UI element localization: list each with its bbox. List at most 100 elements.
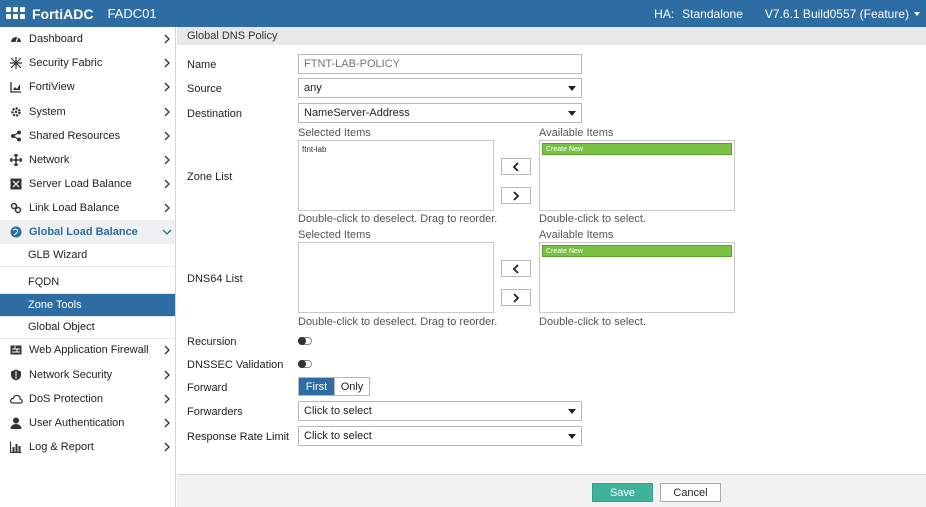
list-item-create-new[interactable]: Create New <box>542 245 732 257</box>
zone-available-list[interactable]: Create New <box>539 140 735 211</box>
dns64-select-button[interactable] <box>501 289 531 306</box>
sidebar-item-shared-resources[interactable]: Shared Resources <box>0 124 175 148</box>
chevron-left-icon <box>512 161 519 172</box>
sidebar-item-dashboard[interactable]: Dashboard <box>0 27 175 51</box>
ha-status: Standalone <box>682 6 743 21</box>
dns64-available-caption: Available Items <box>539 229 614 241</box>
chevron-right-icon <box>164 179 170 189</box>
response-rate-limit-select-value: Click to select <box>304 430 372 442</box>
gear-icon <box>9 105 23 119</box>
caret-down-icon <box>568 86 576 91</box>
chevron-right-icon <box>164 418 170 428</box>
dns64-selected-list[interactable] <box>298 242 494 313</box>
sidebar-item-network-security[interactable]: Network Security <box>0 363 175 387</box>
sidebar-item-security-fabric[interactable]: Security Fabric <box>0 51 175 75</box>
zone-available-hint: Double-click to select. <box>539 213 646 225</box>
chevron-right-icon <box>164 394 170 404</box>
dnssec-validation-label: DNSSEC Validation <box>187 359 284 371</box>
brand-name: FortiADC <box>32 5 94 22</box>
response-rate-limit-label: Response Rate Limit <box>187 431 290 443</box>
sidebar-item-global-load-balance[interactable]: Global Load Balance <box>0 220 175 244</box>
dns64-deselect-button[interactable] <box>501 260 531 277</box>
list-item[interactable]: ftnt-lab <box>299 141 493 158</box>
zone-selected-list[interactable]: ftnt-lab <box>298 140 494 211</box>
dashboard-icon <box>9 32 23 46</box>
chevron-right-icon <box>164 34 170 44</box>
sidebar-subitem-global-object[interactable]: Global Object <box>0 316 175 339</box>
dns64-list-label: DNS64 List <box>187 273 243 285</box>
cancel-button[interactable]: Cancel <box>660 483 721 502</box>
share-icon <box>9 129 23 143</box>
chevron-right-icon <box>164 345 170 355</box>
form-footer: Save Cancel <box>177 474 926 507</box>
chevron-right-icon <box>513 190 520 201</box>
forwarders-select-value: Click to select <box>304 405 372 417</box>
caret-down-icon <box>568 409 576 414</box>
forward-option-only[interactable]: Only <box>334 378 369 395</box>
sidebar-subitem-glb-wizard[interactable]: GLB Wizard <box>0 244 175 267</box>
dns64-available-hint: Double-click to select. <box>539 316 646 328</box>
zone-deselect-button[interactable] <box>501 158 531 175</box>
save-button[interactable]: Save <box>592 483 653 502</box>
name-input[interactable] <box>298 54 582 74</box>
dnssec-validation-toggle[interactable] <box>298 360 312 368</box>
response-rate-limit-select[interactable]: Click to select <box>298 426 582 446</box>
chevron-right-icon <box>164 58 170 68</box>
zone-available-caption: Available Items <box>539 127 614 139</box>
sidebar-item-network[interactable]: Network <box>0 148 175 172</box>
fortinet-logo-icon <box>6 6 26 21</box>
fabric-icon <box>9 56 23 70</box>
chevron-right-icon <box>164 131 170 141</box>
chevron-left-icon <box>512 263 519 274</box>
forwarders-label: Forwarders <box>187 406 243 418</box>
sidebar-item-server-load-balance[interactable]: Server Load Balance <box>0 172 175 196</box>
zone-selected-caption: Selected Items <box>298 127 371 139</box>
ha-label: HA: <box>654 6 675 21</box>
source-select-value: any <box>304 82 322 94</box>
forward-label: Forward <box>187 382 228 394</box>
sidebar-item-web-application-firewall[interactable]: Web Application Firewall <box>0 338 175 362</box>
cloud-icon <box>9 392 23 406</box>
sidebar-item-system[interactable]: System <box>0 100 175 124</box>
destination-select[interactable]: NameServer-Address <box>298 103 582 123</box>
caret-down-icon <box>568 434 576 439</box>
chart-icon <box>9 80 23 94</box>
caret-down-icon[interactable] <box>914 11 920 16</box>
chevron-right-icon <box>164 203 170 213</box>
zone-select-button[interactable] <box>501 187 531 204</box>
recursion-label: Recursion <box>187 336 237 348</box>
server-icon <box>9 177 23 191</box>
user-icon <box>9 416 23 430</box>
top-bar: FortiADC FADC01 HA: Standalone V7.6.1 Bu… <box>0 0 926 27</box>
destination-label: Destination <box>187 108 243 120</box>
dns64-available-list[interactable]: Create New <box>539 242 735 313</box>
sidebar-item-link-load-balance[interactable]: Link Load Balance <box>0 196 175 220</box>
name-label: Name <box>187 59 217 71</box>
recursion-toggle[interactable] <box>298 337 312 345</box>
sidebar-item-user-authentication[interactable]: User Authentication <box>0 411 175 435</box>
chevron-right-icon <box>164 442 170 452</box>
forwarders-select[interactable]: Click to select <box>298 401 582 421</box>
version-menu[interactable]: V7.6.1 Build0557 (Feature) <box>765 7 909 21</box>
sidebar-item-fortiview[interactable]: FortiView <box>0 75 175 99</box>
zone-selected-hint: Double-click to deselect. Drag to reorde… <box>298 213 498 225</box>
report-icon <box>9 440 23 454</box>
sidebar-item-dos-protection[interactable]: DoS Protection <box>0 387 175 411</box>
hostname: FADC01 <box>107 6 157 21</box>
zone-list-label: Zone List <box>187 171 233 183</box>
network-icon <box>9 153 23 167</box>
globe-icon <box>9 225 23 239</box>
chevron-right-icon <box>164 155 170 165</box>
forward-option-first[interactable]: First <box>299 378 334 395</box>
source-select[interactable]: any <box>298 78 582 98</box>
chevron-right-icon <box>513 292 520 303</box>
sidebar-subitem-fqdn[interactable]: FQDN <box>0 271 175 294</box>
sidebar-item-log-report[interactable]: Log & Report <box>0 435 175 459</box>
caret-down-icon <box>568 111 576 116</box>
sidebar: Dashboard Security Fabric FortiView Syst… <box>0 27 176 507</box>
sidebar-subitem-zone-tools[interactable]: Zone Tools <box>0 294 175 317</box>
list-item-create-new[interactable]: Create New <box>542 143 732 155</box>
chevron-right-icon <box>164 82 170 92</box>
link-icon <box>9 201 23 215</box>
chevron-right-icon <box>164 370 170 380</box>
